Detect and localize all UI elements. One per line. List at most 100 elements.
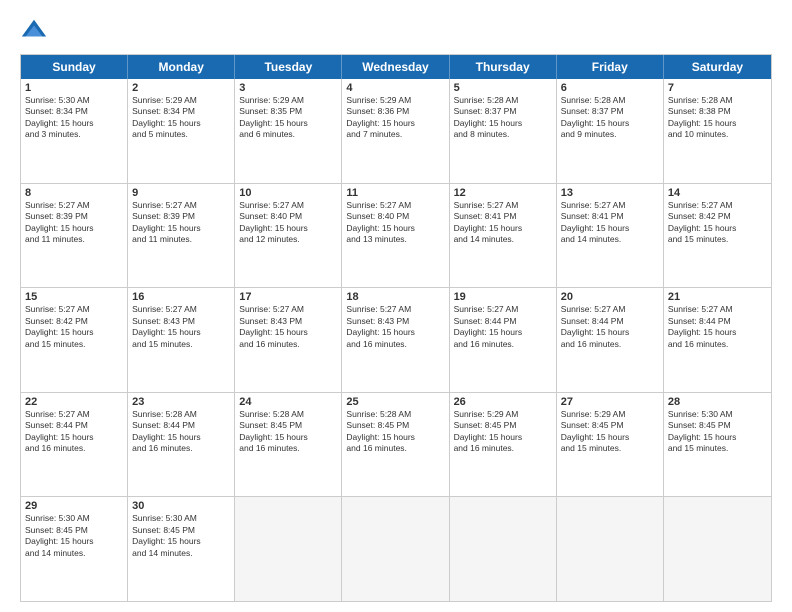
day-info: Sunrise: 5:28 AMSunset: 8:45 PMDaylight:… <box>239 409 337 455</box>
calendar-day-12: 12Sunrise: 5:27 AMSunset: 8:41 PMDayligh… <box>450 184 557 288</box>
day-info: Sunrise: 5:27 AMSunset: 8:40 PMDaylight:… <box>239 200 337 246</box>
day-info: Sunrise: 5:27 AMSunset: 8:44 PMDaylight:… <box>668 304 767 350</box>
calendar-day-30: 30Sunrise: 5:30 AMSunset: 8:45 PMDayligh… <box>128 497 235 601</box>
calendar-day-10: 10Sunrise: 5:27 AMSunset: 8:40 PMDayligh… <box>235 184 342 288</box>
header <box>20 16 772 44</box>
calendar-day-2: 2Sunrise: 5:29 AMSunset: 8:34 PMDaylight… <box>128 79 235 183</box>
day-info: Sunrise: 5:27 AMSunset: 8:44 PMDaylight:… <box>561 304 659 350</box>
day-number: 21 <box>668 291 767 303</box>
calendar-day-27: 27Sunrise: 5:29 AMSunset: 8:45 PMDayligh… <box>557 393 664 497</box>
day-info: Sunrise: 5:28 AMSunset: 8:38 PMDaylight:… <box>668 95 767 141</box>
day-number: 30 <box>132 500 230 512</box>
day-number: 20 <box>561 291 659 303</box>
day-number: 5 <box>454 82 552 94</box>
calendar-empty-cell <box>664 497 771 601</box>
calendar-day-22: 22Sunrise: 5:27 AMSunset: 8:44 PMDayligh… <box>21 393 128 497</box>
day-info: Sunrise: 5:30 AMSunset: 8:34 PMDaylight:… <box>25 95 123 141</box>
day-info: Sunrise: 5:28 AMSunset: 8:37 PMDaylight:… <box>561 95 659 141</box>
day-number: 14 <box>668 187 767 199</box>
day-number: 16 <box>132 291 230 303</box>
calendar-day-15: 15Sunrise: 5:27 AMSunset: 8:42 PMDayligh… <box>21 288 128 392</box>
calendar-week-2: 8Sunrise: 5:27 AMSunset: 8:39 PMDaylight… <box>21 184 771 289</box>
calendar-day-28: 28Sunrise: 5:30 AMSunset: 8:45 PMDayligh… <box>664 393 771 497</box>
header-day-friday: Friday <box>557 55 664 79</box>
calendar-empty-cell <box>342 497 449 601</box>
day-number: 17 <box>239 291 337 303</box>
day-info: Sunrise: 5:27 AMSunset: 8:41 PMDaylight:… <box>561 200 659 246</box>
day-number: 8 <box>25 187 123 199</box>
page: SundayMondayTuesdayWednesdayThursdayFrid… <box>0 0 792 612</box>
day-number: 7 <box>668 82 767 94</box>
calendar-week-4: 22Sunrise: 5:27 AMSunset: 8:44 PMDayligh… <box>21 393 771 498</box>
day-info: Sunrise: 5:27 AMSunset: 8:44 PMDaylight:… <box>25 409 123 455</box>
calendar-day-19: 19Sunrise: 5:27 AMSunset: 8:44 PMDayligh… <box>450 288 557 392</box>
day-number: 29 <box>25 500 123 512</box>
calendar-day-24: 24Sunrise: 5:28 AMSunset: 8:45 PMDayligh… <box>235 393 342 497</box>
header-day-saturday: Saturday <box>664 55 771 79</box>
day-info: Sunrise: 5:27 AMSunset: 8:39 PMDaylight:… <box>25 200 123 246</box>
calendar-week-5: 29Sunrise: 5:30 AMSunset: 8:45 PMDayligh… <box>21 497 771 601</box>
calendar-day-21: 21Sunrise: 5:27 AMSunset: 8:44 PMDayligh… <box>664 288 771 392</box>
calendar-day-4: 4Sunrise: 5:29 AMSunset: 8:36 PMDaylight… <box>342 79 449 183</box>
calendar-body: 1Sunrise: 5:30 AMSunset: 8:34 PMDaylight… <box>21 79 771 601</box>
calendar-day-17: 17Sunrise: 5:27 AMSunset: 8:43 PMDayligh… <box>235 288 342 392</box>
header-day-wednesday: Wednesday <box>342 55 449 79</box>
calendar-empty-cell <box>235 497 342 601</box>
day-number: 25 <box>346 396 444 408</box>
calendar-header: SundayMondayTuesdayWednesdayThursdayFrid… <box>21 55 771 79</box>
day-info: Sunrise: 5:29 AMSunset: 8:35 PMDaylight:… <box>239 95 337 141</box>
day-info: Sunrise: 5:27 AMSunset: 8:41 PMDaylight:… <box>454 200 552 246</box>
day-number: 1 <box>25 82 123 94</box>
day-info: Sunrise: 5:27 AMSunset: 8:43 PMDaylight:… <box>239 304 337 350</box>
day-number: 23 <box>132 396 230 408</box>
day-info: Sunrise: 5:29 AMSunset: 8:36 PMDaylight:… <box>346 95 444 141</box>
header-day-thursday: Thursday <box>450 55 557 79</box>
day-number: 10 <box>239 187 337 199</box>
day-info: Sunrise: 5:28 AMSunset: 8:45 PMDaylight:… <box>346 409 444 455</box>
day-number: 3 <box>239 82 337 94</box>
day-info: Sunrise: 5:30 AMSunset: 8:45 PMDaylight:… <box>668 409 767 455</box>
calendar-day-18: 18Sunrise: 5:27 AMSunset: 8:43 PMDayligh… <box>342 288 449 392</box>
calendar-day-13: 13Sunrise: 5:27 AMSunset: 8:41 PMDayligh… <box>557 184 664 288</box>
calendar-day-11: 11Sunrise: 5:27 AMSunset: 8:40 PMDayligh… <box>342 184 449 288</box>
day-number: 11 <box>346 187 444 199</box>
calendar-day-1: 1Sunrise: 5:30 AMSunset: 8:34 PMDaylight… <box>21 79 128 183</box>
calendar-day-16: 16Sunrise: 5:27 AMSunset: 8:43 PMDayligh… <box>128 288 235 392</box>
day-number: 9 <box>132 187 230 199</box>
header-day-tuesday: Tuesday <box>235 55 342 79</box>
calendar-empty-cell <box>450 497 557 601</box>
day-info: Sunrise: 5:28 AMSunset: 8:37 PMDaylight:… <box>454 95 552 141</box>
calendar-day-6: 6Sunrise: 5:28 AMSunset: 8:37 PMDaylight… <box>557 79 664 183</box>
day-number: 24 <box>239 396 337 408</box>
day-number: 2 <box>132 82 230 94</box>
day-info: Sunrise: 5:30 AMSunset: 8:45 PMDaylight:… <box>25 513 123 559</box>
day-number: 4 <box>346 82 444 94</box>
day-info: Sunrise: 5:29 AMSunset: 8:34 PMDaylight:… <box>132 95 230 141</box>
calendar-day-26: 26Sunrise: 5:29 AMSunset: 8:45 PMDayligh… <box>450 393 557 497</box>
logo <box>20 16 52 44</box>
day-number: 28 <box>668 396 767 408</box>
header-day-sunday: Sunday <box>21 55 128 79</box>
day-number: 12 <box>454 187 552 199</box>
calendar-day-25: 25Sunrise: 5:28 AMSunset: 8:45 PMDayligh… <box>342 393 449 497</box>
day-info: Sunrise: 5:27 AMSunset: 8:42 PMDaylight:… <box>668 200 767 246</box>
calendar-day-14: 14Sunrise: 5:27 AMSunset: 8:42 PMDayligh… <box>664 184 771 288</box>
day-info: Sunrise: 5:29 AMSunset: 8:45 PMDaylight:… <box>561 409 659 455</box>
day-number: 22 <box>25 396 123 408</box>
day-number: 18 <box>346 291 444 303</box>
day-info: Sunrise: 5:30 AMSunset: 8:45 PMDaylight:… <box>132 513 230 559</box>
logo-icon <box>20 16 48 44</box>
day-number: 6 <box>561 82 659 94</box>
calendar-week-3: 15Sunrise: 5:27 AMSunset: 8:42 PMDayligh… <box>21 288 771 393</box>
calendar-day-9: 9Sunrise: 5:27 AMSunset: 8:39 PMDaylight… <box>128 184 235 288</box>
day-info: Sunrise: 5:27 AMSunset: 8:44 PMDaylight:… <box>454 304 552 350</box>
day-info: Sunrise: 5:27 AMSunset: 8:43 PMDaylight:… <box>132 304 230 350</box>
calendar-empty-cell <box>557 497 664 601</box>
calendar-day-7: 7Sunrise: 5:28 AMSunset: 8:38 PMDaylight… <box>664 79 771 183</box>
day-number: 13 <box>561 187 659 199</box>
day-number: 27 <box>561 396 659 408</box>
day-number: 26 <box>454 396 552 408</box>
calendar-week-1: 1Sunrise: 5:30 AMSunset: 8:34 PMDaylight… <box>21 79 771 184</box>
calendar-day-29: 29Sunrise: 5:30 AMSunset: 8:45 PMDayligh… <box>21 497 128 601</box>
day-number: 15 <box>25 291 123 303</box>
